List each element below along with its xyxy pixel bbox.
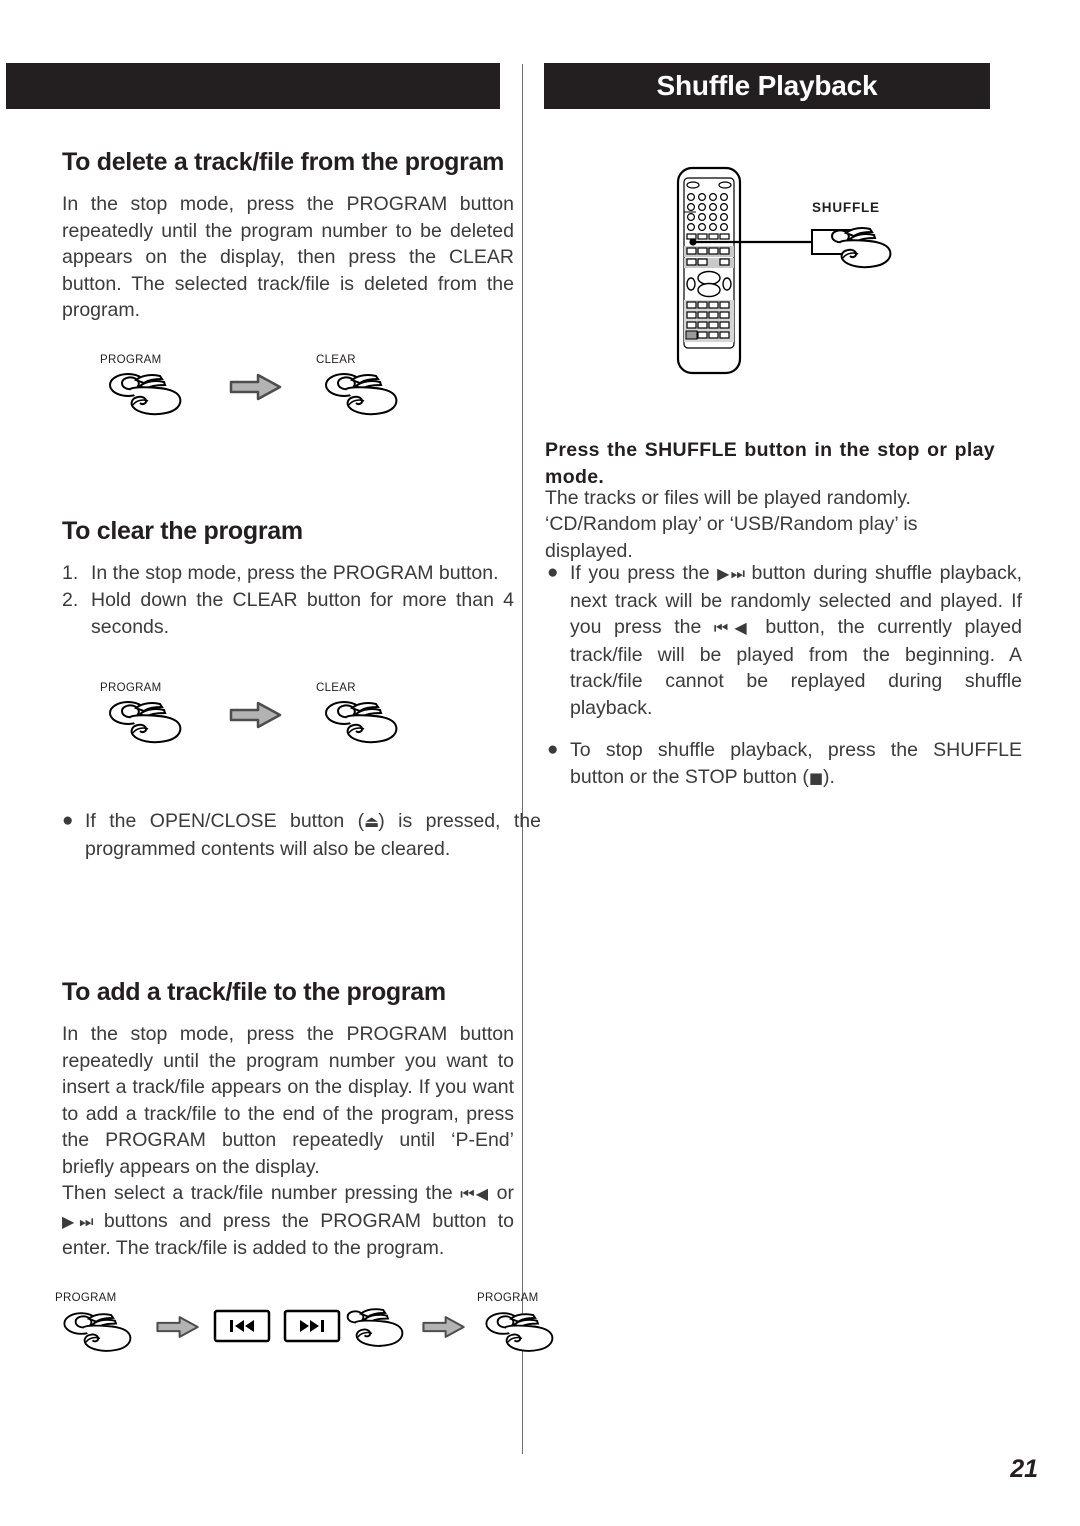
shuffle-callout-label: SHUFFLE <box>812 200 880 215</box>
clear-steps-list: 1. In the stop mode, press the PROGRAM b… <box>62 560 514 641</box>
icon-unit-arrow <box>228 700 284 730</box>
icon-unit-clear-press: CLEAR <box>316 682 412 747</box>
shuffle-line-1: The tracks or files will be played rando… <box>545 487 911 509</box>
icon-unit-arrow <box>228 372 284 402</box>
section-add-track: To add a track/file to the program In th… <box>62 978 514 1262</box>
icon-label-clear: CLEAR <box>316 354 356 366</box>
section-title-delete: To delete a track/file from the program <box>62 148 505 176</box>
list-item: 1. In the stop mode, press the PROGRAM b… <box>62 560 514 587</box>
arrow-right-icon <box>229 701 282 729</box>
hand-press-icon <box>485 1312 554 1352</box>
section-title-add: To add a track/file to the program <box>62 978 446 1006</box>
step-number: 2. <box>62 589 79 611</box>
stop-icon: ■ <box>808 768 824 787</box>
section-add-body2: Then select a track/file number pressing… <box>62 1180 514 1262</box>
shuffle-bullet-1: ● If you press the ▶⏭ button during shuff… <box>545 560 1022 721</box>
section-clear-program: To clear the program 1. In the stop mode… <box>62 517 514 641</box>
skip-forward-icon: ▶⏭ <box>717 564 745 583</box>
icon-unit-program-press: PROGRAM <box>100 682 196 747</box>
skip-back-icon: ⏮◀ <box>713 618 754 637</box>
arrow-right-icon <box>422 1316 465 1338</box>
icon-sequence-delete: PROGRAM CLEAR <box>100 354 412 419</box>
shuffle-line-2: ‘CD/Random play’ or ‘USB/Random play’ is… <box>545 513 918 562</box>
icon-label-program: PROGRAM <box>100 682 162 694</box>
hand-press-icon <box>109 701 182 744</box>
icon-label-program: PROGRAM <box>100 354 162 366</box>
arrow-right-icon <box>229 373 282 401</box>
hand-press-icon <box>109 373 182 416</box>
remote-diagram <box>676 166 892 375</box>
section-add-body1: In the stop mode, press the PROGRAM butt… <box>62 1023 514 1178</box>
hand-press-icon <box>325 701 398 744</box>
remote-control-illustration: SHUFFLE <box>660 160 980 390</box>
add-body2-part2: or <box>489 1182 514 1204</box>
shuffle-instruction-bold: Press the SHUFFLE button in the stop or … <box>545 439 995 488</box>
page-number: 21 <box>1010 1455 1038 1483</box>
add-body2-part3: buttons and press the PROGRAM button to … <box>62 1209 514 1260</box>
icon-label-clear: CLEAR <box>316 682 356 694</box>
bullet2-part2: ). <box>823 765 835 788</box>
bullet1-part1: If you press the <box>570 562 718 584</box>
section-delete-body: In the stop mode, press the PROGRAM butt… <box>62 193 514 321</box>
bullet2-part1: To stop shuffle playback, press the SHUF… <box>570 739 1022 788</box>
icon-unit-program-press: PROGRAM <box>55 1292 145 1357</box>
note-open-close: ● If the OPEN/CLOSE button (⏏) is presse… <box>60 808 541 862</box>
icon-sequence-clear: PROGRAM CLEAR <box>100 682 412 747</box>
column-divider <box>522 64 523 1454</box>
bullet-marker: ● <box>547 739 559 760</box>
manual-page: Shuffle Playback To delete a track/file … <box>0 0 1080 1526</box>
skip-back-key-icon <box>213 1309 271 1343</box>
note-text-part1: If the OPEN/CLOSE button ( <box>85 810 365 832</box>
icon-unit-arrow <box>421 1314 467 1340</box>
icon-unit-program-press: PROGRAM <box>100 354 196 419</box>
eject-icon: ⏏ <box>364 812 379 831</box>
hand-press-icon <box>63 1312 132 1352</box>
hand-press-icon <box>325 373 398 416</box>
icon-unit-arrow <box>155 1314 201 1340</box>
skip-back-icon: ⏮◀ <box>460 1184 490 1203</box>
icon-unit-skip-back-key <box>213 1309 271 1343</box>
arrow-right-icon <box>156 1316 199 1338</box>
step-text: Hold down the CLEAR button for more than… <box>91 589 514 638</box>
icon-unit-clear-press: CLEAR <box>316 354 412 419</box>
add-body2-part1: Then select a track/file number pressing… <box>62 1182 461 1204</box>
left-header-bar <box>6 63 500 109</box>
hand-press-icon <box>346 1308 404 1347</box>
list-item: 2. Hold down the CLEAR button for more t… <box>62 587 514 641</box>
icon-label-program: PROGRAM <box>55 1292 117 1304</box>
icon-unit-hand-on-skip <box>327 1300 417 1352</box>
step-text: In the stop mode, press the PROGRAM butt… <box>91 562 499 584</box>
bullet-marker: ● <box>547 562 559 583</box>
page-title: Shuffle Playback <box>656 70 878 101</box>
skip-forward-icon: ▶⏭ <box>62 1211 94 1231</box>
section-delete-track: To delete a track/file from the program … <box>62 148 514 324</box>
icon-sequence-add: PROGRAM PROGRAM <box>55 1292 567 1357</box>
icon-label-program: PROGRAM <box>477 1292 539 1304</box>
section-title-clear: To clear the program <box>62 517 303 545</box>
icon-unit-program-press: PROGRAM <box>477 1292 567 1357</box>
bullet-marker: ● <box>62 810 74 831</box>
step-number: 1. <box>62 562 79 584</box>
shuffle-bullet-2: ● To stop shuffle playback, press the SHU… <box>545 737 1022 791</box>
right-header-bar: Shuffle Playback <box>544 63 990 109</box>
